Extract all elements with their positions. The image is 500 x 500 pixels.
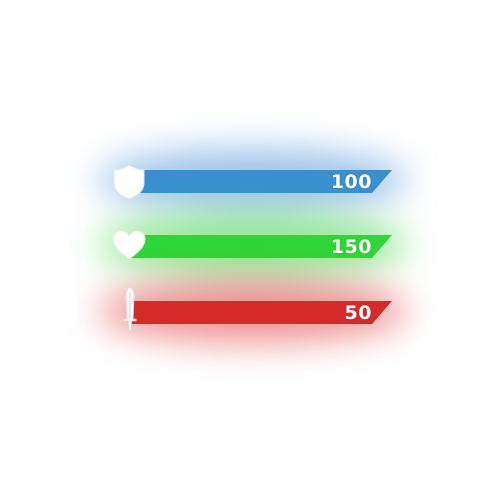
stat-row-attack: 50 <box>98 280 408 342</box>
attack-value: 50 <box>344 302 372 324</box>
stat-row-armor: 100 <box>98 149 408 211</box>
stat-row-health: 150 <box>98 214 408 276</box>
heart-icon <box>112 226 148 266</box>
shield-icon <box>112 161 148 201</box>
sword-icon <box>112 287 148 332</box>
armor-value: 100 <box>330 171 372 193</box>
health-value: 150 <box>330 236 372 258</box>
hud-stat-panel: 100 150 50 <box>0 0 500 500</box>
